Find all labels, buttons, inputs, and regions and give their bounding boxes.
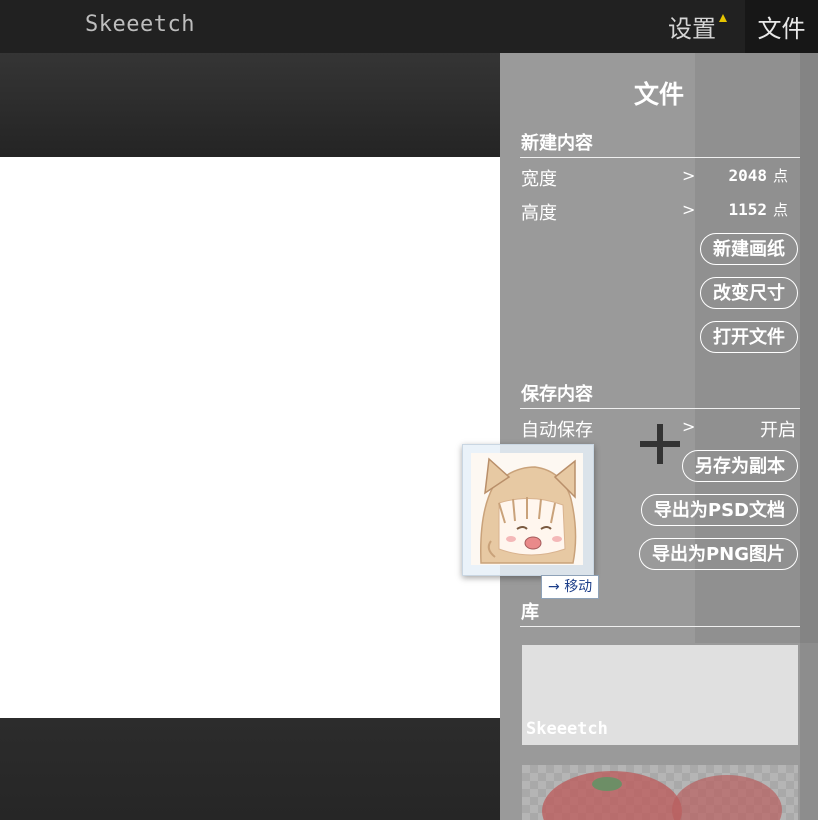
height-unit: 点	[772, 201, 788, 219]
drag-preview-image	[471, 453, 583, 565]
library-item[interactable]: Skeeetch	[522, 645, 798, 745]
save-copy-button[interactable]: 另存为副本	[682, 450, 798, 482]
file-menu-label: 文件	[757, 15, 806, 43]
section-divider	[520, 626, 800, 627]
export-psd-button[interactable]: 导出为PSD文档	[640, 494, 798, 526]
section-title-library: 库	[521, 602, 539, 623]
library-item-label: Skeeetch	[526, 719, 608, 739]
export-png-button[interactable]: 导出为PNG图片	[638, 538, 798, 570]
height-chevron-icon[interactable]: >	[682, 200, 695, 219]
settings-menu[interactable]: 设置	[668, 9, 727, 44]
autosave-chevron-icon[interactable]: >	[682, 417, 695, 436]
section-title-save: 保存内容	[521, 384, 593, 405]
workspace-top	[0, 53, 500, 157]
autosave-label: 自动保存	[521, 420, 593, 441]
resize-canvas-button[interactable]: 改变尺寸	[700, 277, 798, 309]
open-file-button[interactable]: 打开文件	[700, 321, 798, 353]
app-title: Skeeetch	[85, 12, 195, 37]
height-label: 高度	[521, 203, 557, 224]
width-chevron-icon[interactable]: >	[682, 166, 695, 185]
crosshair-cursor-icon	[640, 424, 680, 464]
workspace-bottom	[0, 718, 500, 820]
drag-preview[interactable]	[462, 444, 594, 576]
section-divider	[520, 408, 800, 409]
width-unit: 点	[772, 167, 788, 185]
file-menu[interactable]: 文件	[745, 0, 818, 53]
thumbnail-shape	[592, 777, 622, 791]
settings-menu-label: 设置	[668, 15, 716, 43]
arrow-right-icon: →	[548, 579, 560, 595]
section-divider	[520, 157, 800, 158]
height-value-number: 1152	[728, 200, 767, 219]
autosave-value[interactable]: 开启	[760, 416, 796, 442]
move-tooltip: → 移动	[541, 575, 600, 599]
catgirl-sketch-icon	[471, 453, 583, 565]
panel-scroll-track[interactable]	[800, 53, 818, 820]
width-label: 宽度	[521, 169, 557, 190]
new-canvas-button[interactable]: 新建画纸	[700, 233, 798, 265]
drawing-canvas[interactable]	[0, 157, 500, 718]
notification-triangle-icon	[719, 14, 727, 22]
thumbnail-shape	[672, 775, 782, 820]
section-title-new: 新建内容	[521, 133, 593, 154]
width-value[interactable]: 2048 点	[728, 165, 788, 186]
panel-title: 文件	[633, 80, 684, 109]
height-value[interactable]: 1152 点	[728, 199, 788, 220]
library-item-thumbnail[interactable]	[522, 765, 798, 820]
move-tooltip-label: 移动	[564, 579, 593, 595]
width-value-number: 2048	[728, 166, 767, 185]
top-bar: Skeeetch 设置 文件	[0, 0, 818, 53]
